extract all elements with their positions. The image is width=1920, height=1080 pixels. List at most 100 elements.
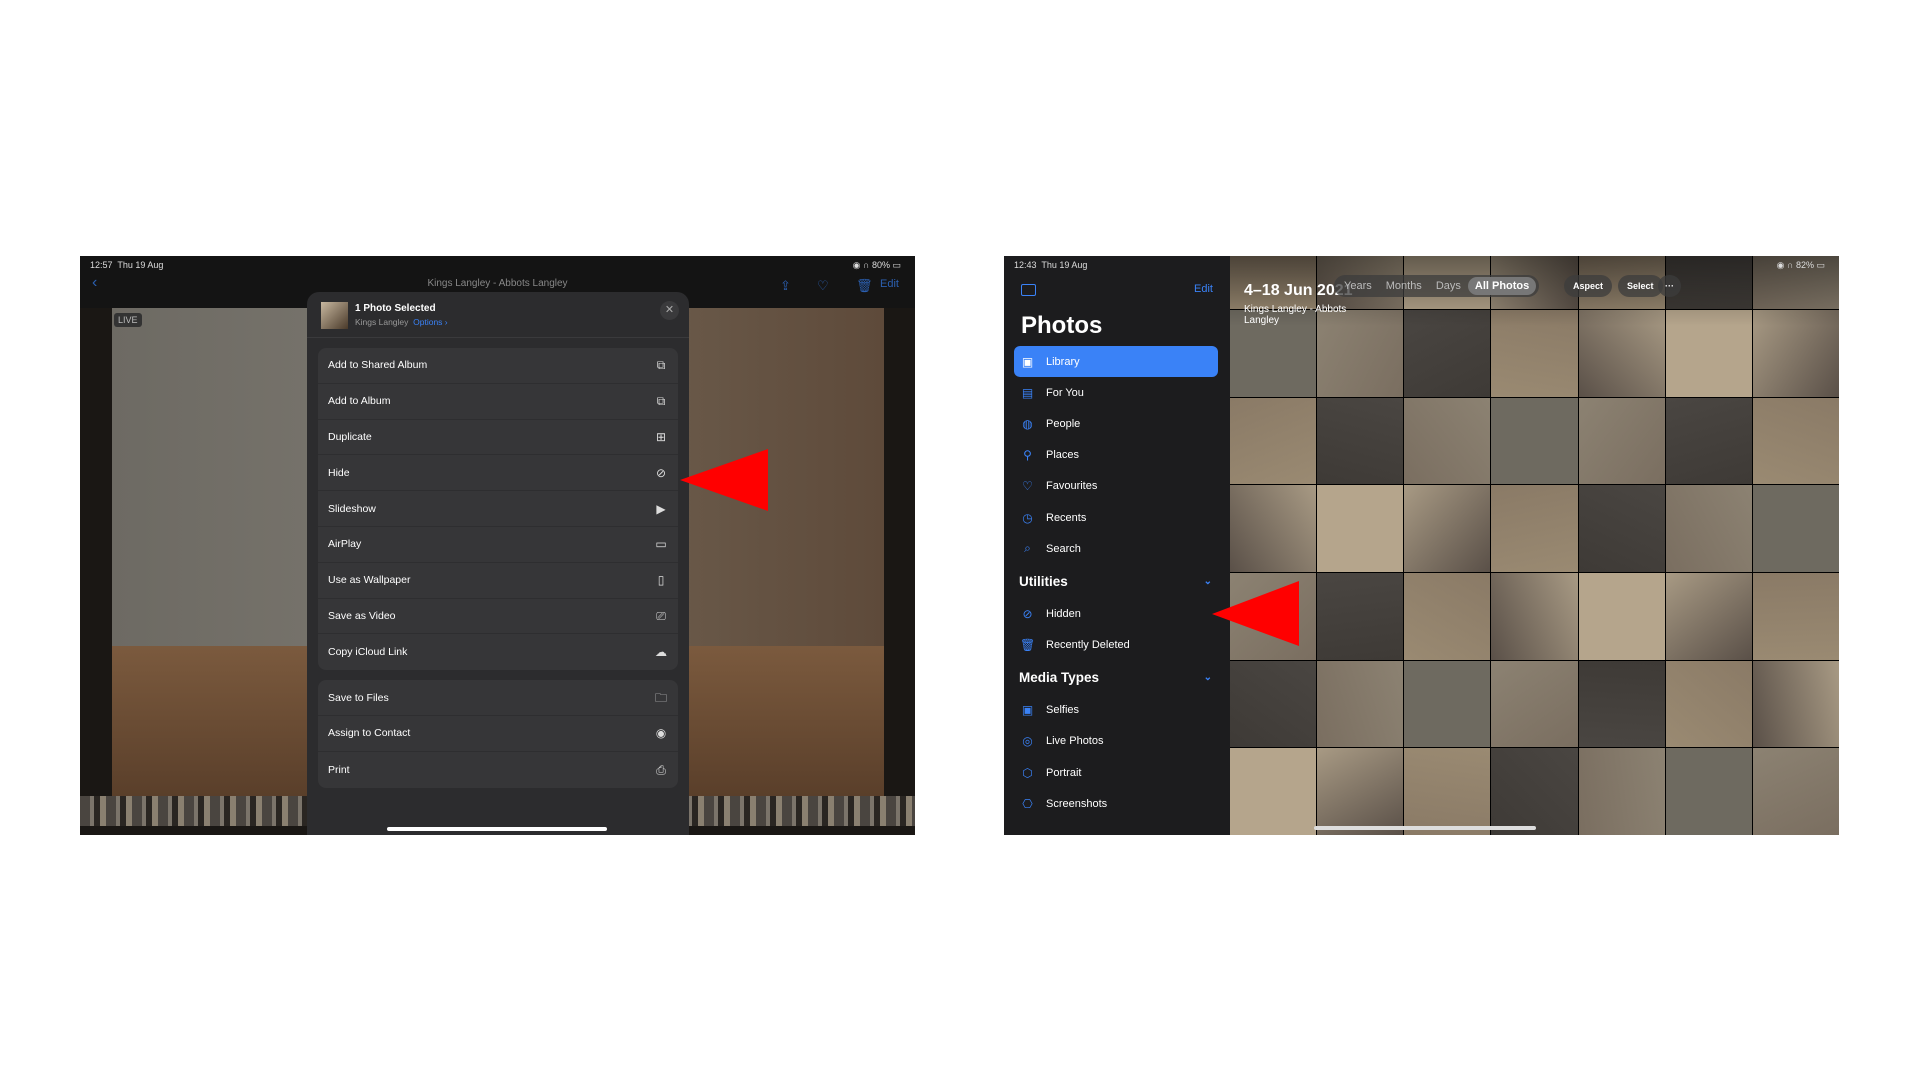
- photo-thumbnail[interactable]: [1404, 397, 1491, 485]
- section-media-types[interactable]: Media Types ⌄: [1014, 661, 1218, 695]
- menu-item-label: Use as Wallpaper: [328, 574, 411, 587]
- photo-thumbnail[interactable]: [1230, 748, 1317, 835]
- menu-item-save-as-video[interactable]: Save as Video ⎚: [318, 599, 678, 635]
- photo-thumbnail[interactable]: [1230, 397, 1317, 485]
- photo-thumbnail[interactable]: [1752, 397, 1839, 485]
- photo-thumbnail[interactable]: [1404, 573, 1491, 660]
- aspect-button[interactable]: Aspect: [1564, 275, 1613, 297]
- sidebar-item-selfies[interactable]: ▣ Selfies: [1014, 695, 1218, 726]
- photo-thumbnail[interactable]: [1317, 485, 1404, 573]
- tab-days[interactable]: Days: [1429, 277, 1468, 295]
- photo-thumbnail[interactable]: [1665, 397, 1752, 485]
- photo-thumbnail[interactable]: [1404, 485, 1491, 573]
- menu-item-print[interactable]: Print ⎙: [318, 752, 678, 788]
- section-title: Media Types: [1019, 670, 1100, 686]
- annotation-arrow: [680, 449, 768, 511]
- sidebar-item-for-you[interactable]: ▤ For You: [1014, 377, 1218, 408]
- photo-thumbnail[interactable]: [1752, 485, 1839, 573]
- heart-icon[interactable]: ♡: [817, 278, 829, 294]
- menu-item-copy-icloud-link[interactable]: Copy iCloud Link ☁: [318, 634, 678, 670]
- chevron-down-icon[interactable]: ⌄: [1204, 576, 1212, 587]
- status-battery: ◉ ∩ 82% ▭: [1776, 260, 1825, 270]
- photo-thumbnail[interactable]: [1317, 660, 1404, 748]
- sidebar-item-screenshots[interactable]: ⎔ Screenshots: [1014, 788, 1218, 819]
- menu-item-save-to-files[interactable]: Save to Files 🗀: [318, 680, 678, 716]
- trash-icon: 🗑: [1020, 638, 1036, 653]
- sidebar-edit-button[interactable]: Edit: [1194, 283, 1213, 295]
- photo-thumbnail[interactable]: [1665, 485, 1752, 573]
- tab-all-photos[interactable]: All Photos: [1467, 277, 1537, 295]
- folder-icon: 🗀: [654, 690, 667, 705]
- contact-icon: ◉: [655, 726, 667, 741]
- photo-thumbnail[interactable]: [1752, 660, 1839, 748]
- section-utilities[interactable]: Utilities ⌄: [1014, 564, 1218, 598]
- photo-thumbnail[interactable]: [1665, 573, 1752, 660]
- menu-item-add-to-album[interactable]: Add to Album ⧉: [318, 384, 678, 420]
- photo-thumbnail[interactable]: [1578, 660, 1665, 748]
- menu-item-assign-to-contact[interactable]: Assign to Contact ◉: [318, 716, 678, 752]
- actions-group: Add to Shared Album ⧉ Add to Album ⧉ Duplica…: [318, 348, 678, 671]
- photo-thumbnail[interactable]: [1491, 573, 1578, 660]
- edit-button[interactable]: Edit: [880, 278, 899, 290]
- more-button[interactable]: ···: [1658, 275, 1681, 297]
- menu-item-airplay[interactable]: AirPlay ▭: [318, 527, 678, 563]
- menu-item-hide[interactable]: Hide ⊘: [318, 455, 678, 492]
- sidebar-item-hidden[interactable]: ⊘ Hidden: [1014, 598, 1218, 629]
- sidebar-item-label: Hidden: [1046, 607, 1081, 620]
- menu-item-duplicate[interactable]: Duplicate ⊞: [318, 420, 678, 456]
- photo-thumbnail[interactable]: [1578, 485, 1665, 573]
- photo-thumbnail[interactable]: [1665, 660, 1752, 748]
- sidebar-toggle-icon[interactable]: [1021, 284, 1036, 296]
- photo-thumbnail[interactable]: [1491, 748, 1578, 835]
- sidebar-item-label: For You: [1046, 386, 1084, 399]
- share-icon[interactable]: ⇪: [780, 278, 791, 294]
- status-battery: ◉ ∩ 80% ▭: [852, 260, 901, 270]
- sidebar: 12:43 Thu 19 Aug Edit Photos ▣ Library ▤ Fo…: [1004, 256, 1230, 835]
- sidebar-item-places[interactable]: ⚲ Places: [1014, 440, 1218, 471]
- sidebar-item-label: Recently Deleted: [1046, 639, 1130, 652]
- photo-thumbnail[interactable]: [1404, 660, 1491, 748]
- eye-slash-icon: ⊘: [1022, 606, 1033, 621]
- sidebar-item-favourites[interactable]: ♡ Favourites: [1014, 471, 1218, 502]
- photo-thumbnail[interactable]: [1578, 748, 1665, 835]
- sidebar-item-search[interactable]: ⌕ Search: [1014, 533, 1218, 564]
- photo-thumbnail[interactable]: [1491, 397, 1578, 485]
- sidebar-item-live-photos[interactable]: ◎ Live Photos: [1014, 726, 1218, 757]
- options-link[interactable]: Options ›: [413, 317, 448, 327]
- photo-thumbnail[interactable]: [1317, 573, 1404, 660]
- photo-thumbnail[interactable]: [1752, 748, 1839, 835]
- trash-icon[interactable]: 🗑: [856, 278, 873, 294]
- select-button[interactable]: Select: [1618, 275, 1663, 297]
- sidebar-item-portrait[interactable]: ⬡ Portrait: [1014, 757, 1218, 788]
- close-button[interactable]: ✕: [660, 301, 679, 320]
- sidebar-item-recently-deleted[interactable]: 🗑 Recently Deleted: [1014, 630, 1218, 661]
- chevron-down-icon[interactable]: ⌄: [1204, 672, 1212, 683]
- photo-thumbnail[interactable]: [1230, 660, 1317, 748]
- tab-months[interactable]: Months: [1379, 277, 1429, 295]
- photo-thumbnail[interactable]: [1491, 660, 1578, 748]
- section-title: Utilities: [1019, 573, 1068, 589]
- annotation-arrow: [1212, 581, 1299, 646]
- tab-years[interactable]: Years: [1337, 277, 1379, 295]
- photo-viewer-screenshot: 12:57 Thu 19 Aug ◉ ∩ 80% ▭ ‹ Kings Langl…: [80, 256, 915, 835]
- duplicate-icon: ⊞: [655, 429, 667, 444]
- photo-thumbnail[interactable]: [1665, 748, 1752, 835]
- menu-item-use-as-wallpaper[interactable]: Use as Wallpaper ▯: [318, 563, 678, 599]
- for-you-icon: ▤: [1021, 385, 1034, 400]
- photo-thumbnail[interactable]: [1578, 397, 1665, 485]
- photo-thumbnail[interactable]: [1317, 397, 1404, 485]
- menu-item-slideshow[interactable]: Slideshow ▶: [318, 491, 678, 527]
- photo-thumbnail[interactable]: [1752, 573, 1839, 660]
- photo-thumbnail[interactable]: [1491, 485, 1578, 573]
- menu-item-add-to-shared-album[interactable]: Add to Shared Album ⧉: [318, 348, 678, 384]
- sidebar-item-people[interactable]: ◍ People: [1014, 408, 1218, 439]
- sidebar-item-recents[interactable]: ◷ Recents: [1014, 502, 1218, 533]
- photo-thumbnail[interactable]: [1317, 748, 1404, 835]
- sidebar-item-library[interactable]: ▣ Library: [1014, 346, 1218, 378]
- live-badge[interactable]: LIVE: [114, 313, 142, 327]
- photo-thumbnail[interactable]: [1230, 485, 1317, 573]
- photo-thumbnail[interactable]: [1404, 748, 1491, 835]
- photo-thumbnail[interactable]: [1578, 573, 1665, 660]
- selfie-icon: ▣: [1021, 703, 1034, 718]
- sheet-title: 1 Photo Selected: [355, 303, 436, 314]
